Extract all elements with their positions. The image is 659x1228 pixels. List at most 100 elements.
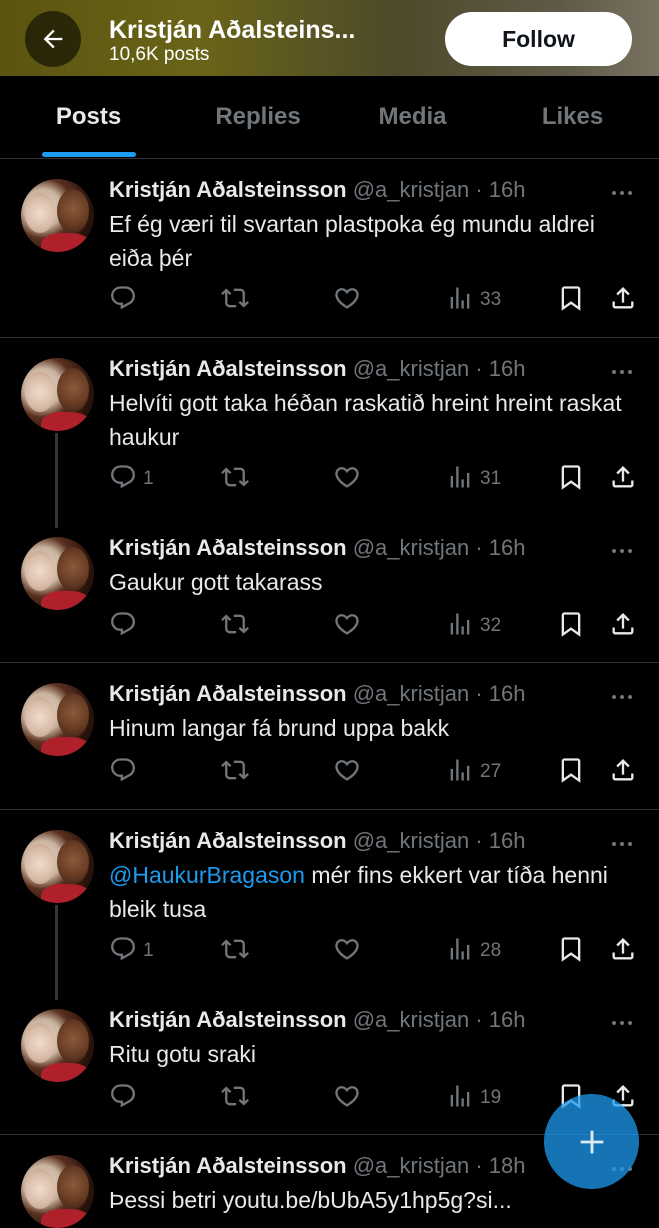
views-button[interactable]: 19 — [446, 1081, 501, 1115]
bookmark-button[interactable] — [557, 934, 585, 968]
bookmark-button[interactable] — [557, 755, 585, 789]
bookmark-button[interactable] — [557, 462, 585, 496]
author-handle[interactable]: @a_kristjan — [353, 535, 470, 560]
more-dots-icon[interactable] — [607, 687, 637, 707]
like-button[interactable] — [333, 609, 361, 643]
tab-replies[interactable]: Replies — [177, 76, 339, 158]
post-header: Kristján Aðalsteinsson @a_kristjan · 16h — [109, 828, 526, 853]
like-button[interactable] — [333, 283, 361, 317]
views-button[interactable]: 27 — [446, 755, 501, 789]
post-time[interactable]: 16h — [489, 535, 526, 560]
tab-likes[interactable]: Likes — [486, 76, 659, 158]
bookmark-button[interactable] — [557, 609, 585, 643]
like-button[interactable] — [333, 934, 361, 968]
reply-button[interactable] — [109, 609, 143, 643]
share-button[interactable] — [609, 755, 637, 789]
more-dots-icon[interactable] — [607, 1013, 637, 1033]
compose-button[interactable] — [544, 1094, 639, 1189]
author-handle[interactable]: @a_kristjan — [353, 681, 470, 706]
share-button[interactable] — [609, 609, 637, 643]
reply-button[interactable] — [109, 283, 143, 317]
post-time[interactable]: 16h — [489, 1007, 526, 1032]
active-tab-indicator — [42, 152, 136, 157]
post-time[interactable]: 16h — [489, 828, 526, 853]
heart-icon — [333, 1082, 361, 1115]
share-button[interactable] — [609, 934, 637, 968]
author-name[interactable]: Kristján Aðalsteinsson — [109, 1153, 347, 1178]
post-item[interactable]: Kristján Aðalsteinsson @a_kristjan · 16h… — [0, 663, 659, 810]
author-handle[interactable]: @a_kristjan — [353, 356, 470, 381]
views-button[interactable]: 32 — [446, 609, 501, 643]
avatar[interactable] — [21, 1155, 94, 1228]
views-button[interactable]: 31 — [446, 462, 501, 496]
reply-button[interactable] — [109, 755, 143, 789]
avatar[interactable] — [21, 830, 94, 903]
post-header: Kristján Aðalsteinsson @a_kristjan · 16h — [109, 1007, 526, 1032]
more-dots-icon[interactable] — [607, 183, 637, 203]
share-button[interactable] — [609, 462, 637, 496]
repost-button[interactable] — [221, 1081, 249, 1115]
more-dots-icon[interactable] — [607, 362, 637, 382]
bookmark-button[interactable] — [557, 283, 585, 317]
like-button[interactable] — [333, 462, 361, 496]
reply-bubble-icon — [109, 1082, 137, 1115]
post-item[interactable]: Kristján Aðalsteinsson @a_kristjan · 16h… — [0, 810, 659, 1000]
post-body: Hinum langar fá brund uppa bakk — [109, 715, 450, 741]
repost-button[interactable] — [221, 609, 249, 643]
post-actions: 32 — [0, 609, 659, 643]
profile-name: Kristján Aðalsteins... — [109, 16, 356, 44]
author-handle[interactable]: @a_kristjan — [353, 177, 470, 202]
reply-button[interactable]: 1 — [109, 462, 154, 496]
more-dots-icon[interactable] — [607, 541, 637, 561]
repost-icon — [221, 1082, 249, 1115]
avatar[interactable] — [21, 179, 94, 252]
author-name[interactable]: Kristján Aðalsteinsson — [109, 177, 347, 202]
views-button[interactable]: 28 — [446, 934, 501, 968]
heart-icon — [333, 756, 361, 789]
tab-posts[interactable]: Posts — [0, 76, 177, 158]
more-dots-icon[interactable] — [607, 834, 637, 854]
author-name[interactable]: Kristján Aðalsteinsson — [109, 356, 347, 381]
avatar[interactable] — [21, 1009, 94, 1082]
view-count: 27 — [480, 761, 502, 782]
post-body: Ef ég væri til svartan plastpoka ég mund… — [109, 211, 595, 271]
post-item[interactable]: Kristján Aðalsteinsson @a_kristjan · 16h… — [0, 517, 659, 663]
reply-button[interactable]: 1 — [109, 934, 154, 968]
reply-button[interactable] — [109, 1081, 143, 1115]
like-button[interactable] — [333, 1081, 361, 1115]
avatar[interactable] — [21, 537, 94, 610]
author-handle[interactable]: @a_kristjan — [353, 1153, 470, 1178]
tab-media[interactable]: Media — [339, 76, 486, 158]
share-icon — [609, 284, 637, 317]
post-item[interactable]: Kristján Aðalsteinsson @a_kristjan · 16h… — [0, 159, 659, 338]
views-bars-icon — [446, 284, 474, 317]
author-name[interactable]: Kristján Aðalsteinsson — [109, 1007, 347, 1032]
author-name[interactable]: Kristján Aðalsteinsson — [109, 681, 347, 706]
repost-button[interactable] — [221, 755, 249, 789]
post-time[interactable]: 16h — [489, 681, 526, 706]
mention-link[interactable]: @HaukurBragason — [109, 862, 305, 888]
post-time[interactable]: 16h — [489, 177, 526, 202]
post-item[interactable]: Kristján Aðalsteinsson @a_kristjan · 16h… — [0, 338, 659, 528]
repost-button[interactable] — [221, 462, 249, 496]
views-button[interactable]: 33 — [446, 283, 501, 317]
author-name[interactable]: Kristján Aðalsteinsson — [109, 828, 347, 853]
share-button[interactable] — [609, 283, 637, 317]
like-button[interactable] — [333, 755, 361, 789]
post-header: Kristján Aðalsteinsson @a_kristjan · 16h — [109, 356, 526, 381]
post-time[interactable]: 16h — [489, 356, 526, 381]
repost-button[interactable] — [221, 283, 249, 317]
views-bars-icon — [446, 935, 474, 968]
post-time[interactable]: 18h — [489, 1153, 526, 1178]
reply-bubble-icon — [109, 284, 137, 317]
back-button[interactable] — [25, 11, 81, 67]
author-name[interactable]: Kristján Aðalsteinsson — [109, 535, 347, 560]
view-count: 19 — [480, 1087, 502, 1108]
author-handle[interactable]: @a_kristjan — [353, 1007, 470, 1032]
repost-button[interactable] — [221, 934, 249, 968]
reply-bubble-icon — [109, 610, 137, 643]
author-handle[interactable]: @a_kristjan — [353, 828, 470, 853]
avatar[interactable] — [21, 358, 94, 431]
follow-button[interactable]: Follow — [445, 12, 632, 66]
avatar[interactable] — [21, 683, 94, 756]
